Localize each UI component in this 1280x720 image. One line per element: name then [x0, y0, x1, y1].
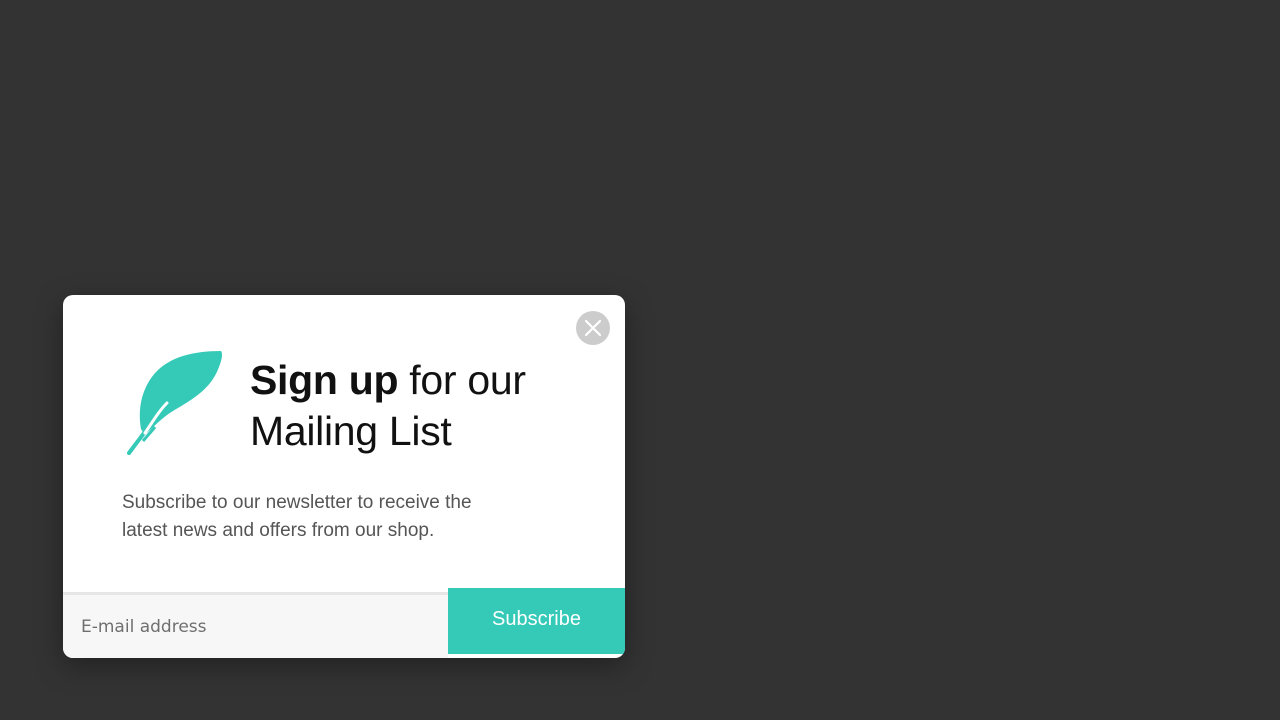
- title-rest: for our: [398, 357, 526, 403]
- title-bold: Sign up: [250, 357, 399, 403]
- close-icon: [584, 319, 602, 337]
- popup-title: Sign up for our Mailing List: [250, 355, 590, 457]
- subscribe-button[interactable]: Subscribe: [448, 588, 625, 654]
- signup-popup: Sign up for our Mailing List Subscribe to…: [63, 295, 625, 658]
- close-button[interactable]: [576, 311, 610, 345]
- email-input[interactable]: [63, 592, 448, 658]
- subscribe-form: Subscribe: [63, 588, 625, 658]
- popup-description: Subscribe to our newsletter to receive t…: [122, 492, 472, 541]
- title-line2: Mailing List: [250, 408, 452, 454]
- feather-icon: [127, 351, 223, 455]
